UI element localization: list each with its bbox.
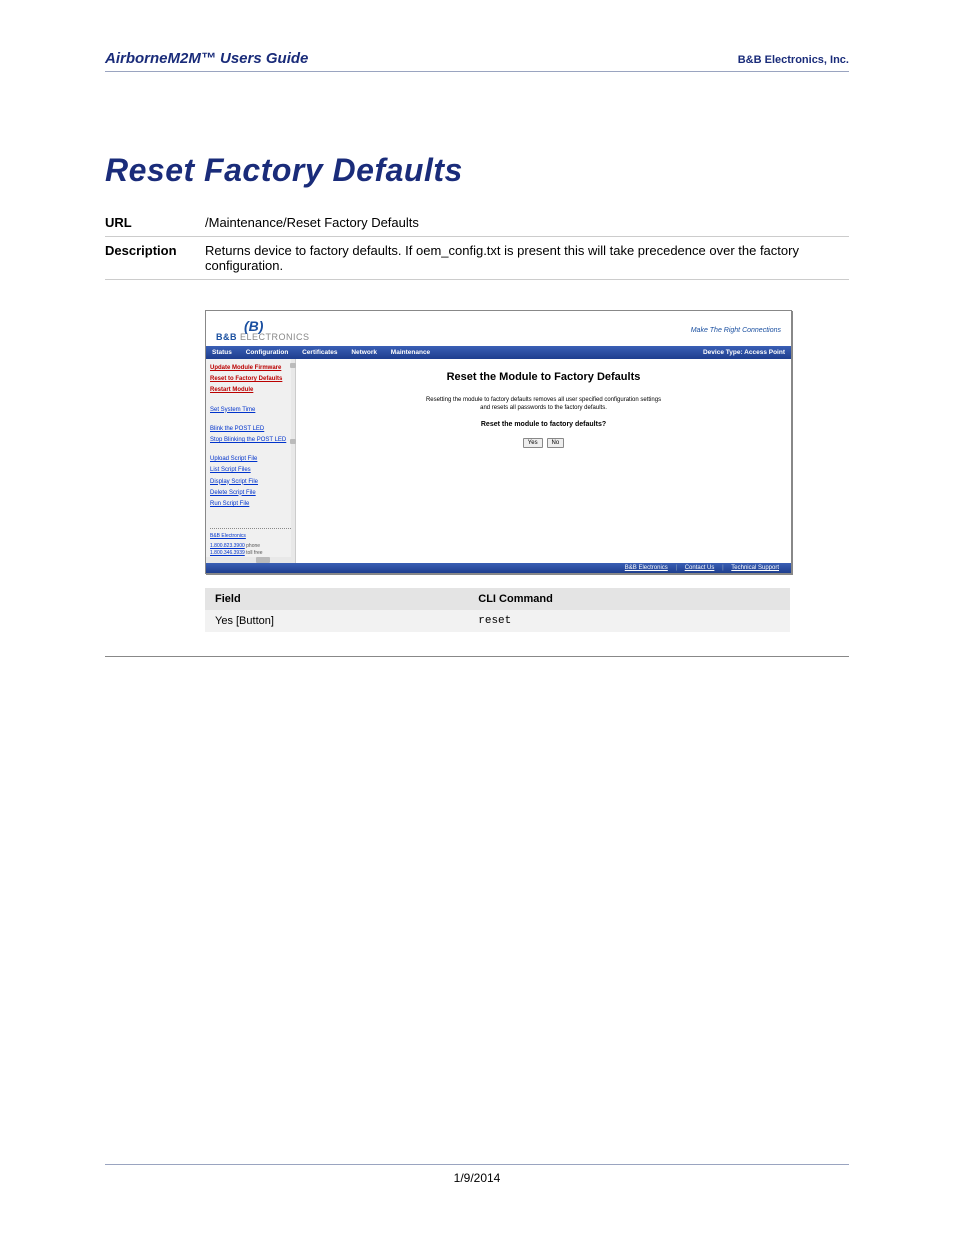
cli-row-field: Yes [Button] xyxy=(205,610,468,632)
ss-button-row: Yes No xyxy=(316,438,771,448)
ss-nav-cert[interactable]: Certificates xyxy=(302,349,337,356)
ss-logo: (B) B&B ELECTRONICS xyxy=(216,319,310,342)
ss-navbar: Status Configuration Certificates Networ… xyxy=(206,346,791,359)
ss-side-list-scripts[interactable]: List Script Files xyxy=(210,467,291,474)
ss-sidebar: Update Module Firmware Reset to Factory … xyxy=(206,359,296,563)
ss-side-reset-defaults[interactable]: Reset to Factory Defaults xyxy=(210,376,291,383)
ss-main-heading: Reset the Module to Factory Defaults xyxy=(316,371,771,383)
info-url-value: /Maintenance/Reset Factory Defaults xyxy=(205,209,849,237)
ss-company-block: B&B Electronics 1.800.823.3900 phone 1.8… xyxy=(210,528,291,557)
cli-col-field: Field xyxy=(205,588,468,610)
info-desc-label: Description xyxy=(105,237,205,280)
ss-footer-link-company[interactable]: B&B Electronics xyxy=(625,565,668,571)
ss-no-button[interactable]: No xyxy=(547,438,565,448)
info-table: URL /Maintenance/Reset Factory Defaults … xyxy=(105,209,849,280)
page-title: Reset Factory Defaults xyxy=(105,152,849,189)
ss-footer-link-support[interactable]: Technical Support xyxy=(731,565,779,571)
ss-side-delete-script[interactable]: Delete Script File xyxy=(210,490,291,497)
ss-sidebar-scrollbar[interactable] xyxy=(291,359,295,563)
ss-device-type: Device Type: Access Point xyxy=(703,349,785,356)
ss-logo-bold: B&B xyxy=(216,332,237,342)
ss-side-upload-script[interactable]: Upload Script File xyxy=(210,456,291,463)
ss-logo-mark: (B) xyxy=(216,319,310,333)
ss-main-desc: Resetting the module to factory defaults… xyxy=(316,397,771,413)
embedded-screenshot: (B) B&B ELECTRONICS Make The Right Conne… xyxy=(205,310,792,574)
ss-footer-sep1: | xyxy=(675,565,677,571)
ss-yes-button[interactable]: Yes xyxy=(523,438,543,448)
cli-col-command: CLI Command xyxy=(468,588,790,610)
ss-main: Reset the Module to Factory Defaults Res… xyxy=(296,359,791,563)
page-footer: 1/9/2014 xyxy=(105,1164,849,1185)
ss-footer-link-contact[interactable]: Contact Us xyxy=(685,565,715,571)
ss-nav-config[interactable]: Configuration xyxy=(246,349,289,356)
ss-side-set-time[interactable]: Set System Time xyxy=(210,407,291,414)
page-header: AirborneM2M™ Users Guide B&B Electronics… xyxy=(105,50,849,72)
ss-footer: B&B Electronics | Contact Us | Technical… xyxy=(206,563,791,573)
ss-phone-lbl: phone xyxy=(246,543,260,549)
ss-main-question: Reset the module to factory defaults? xyxy=(316,421,771,428)
ss-nav-left: Status Configuration Certificates Networ… xyxy=(212,349,442,356)
info-url-label: URL xyxy=(105,209,205,237)
ss-side-display-script[interactable]: Display Script File xyxy=(210,479,291,486)
cli-row-cmd: reset xyxy=(468,610,790,632)
ss-side-restart[interactable]: Restart Module xyxy=(210,387,291,394)
ss-logo-gray: ELECTRONICS xyxy=(237,332,310,342)
ss-toll-num[interactable]: 1.800.346.3939 xyxy=(210,550,245,556)
ss-company-name[interactable]: B&B Electronics xyxy=(210,533,291,539)
cli-table: Field CLI Command Yes [Button] reset xyxy=(205,588,790,632)
ss-toll-lbl: toll free xyxy=(246,550,262,556)
ss-sidebar-hscroll[interactable] xyxy=(206,557,291,563)
ss-tagline: Make The Right Connections xyxy=(691,327,781,334)
ss-topbar: (B) B&B ELECTRONICS Make The Right Conne… xyxy=(206,311,791,346)
ss-nav-maint[interactable]: Maintenance xyxy=(391,349,430,356)
ss-side-stop-blink[interactable]: Stop Blinking the POST LED xyxy=(210,437,291,444)
ss-desc-line2: and resets all passwords to the factory … xyxy=(480,405,607,411)
ss-side-blink-led[interactable]: Blink the POST LED xyxy=(210,426,291,433)
ss-nav-status[interactable]: Status xyxy=(212,349,232,356)
header-title: AirborneM2M™ Users Guide xyxy=(105,50,308,67)
content-divider xyxy=(105,656,849,657)
ss-desc-line1: Resetting the module to factory defaults… xyxy=(426,397,661,403)
ss-body: Update Module Firmware Reset to Factory … xyxy=(206,359,791,563)
ss-phone-num[interactable]: 1.800.823.3900 xyxy=(210,543,245,549)
ss-footer-sep2: | xyxy=(722,565,724,571)
ss-side-run-script[interactable]: Run Script File xyxy=(210,501,291,508)
ss-side-update-fw[interactable]: Update Module Firmware xyxy=(210,365,291,372)
header-company: B&B Electronics, Inc. xyxy=(738,54,849,66)
footer-date: 1/9/2014 xyxy=(454,1171,501,1185)
info-desc-value: Returns device to factory defaults. If o… xyxy=(205,237,849,280)
ss-logo-text: B&B ELECTRONICS xyxy=(216,333,310,342)
ss-nav-network[interactable]: Network xyxy=(351,349,377,356)
